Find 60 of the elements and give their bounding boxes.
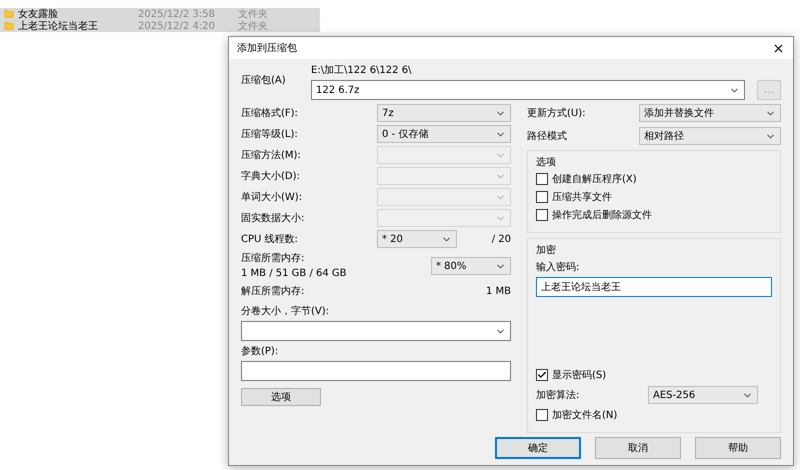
checkbox-label: 压缩共享文件: [552, 190, 612, 204]
dropdown[interactable]: 0 - 仅存储: [377, 125, 511, 143]
field-label: 单词大小(W):: [241, 190, 304, 204]
file-row[interactable]: 上老王论坛当老王 2025/12/2 4:20 文件夹: [0, 20, 320, 32]
field-label: 压缩方法(M):: [241, 148, 302, 162]
memory-detail: 1 MB / 51 GB / 64 GB: [241, 267, 348, 281]
window-title: 添加到压缩包: [237, 42, 297, 56]
file-name: 上老王论坛当老王: [18, 20, 99, 34]
volume-size-field[interactable]: [241, 321, 511, 341]
checkbox[interactable]: [536, 209, 548, 221]
dropdown[interactable]: * 80%: [431, 257, 511, 275]
field-label: 压缩格式(F):: [241, 106, 299, 120]
field-label: 更新方式(U):: [527, 106, 586, 120]
file-type: 文件夹: [238, 8, 268, 20]
file-date: 2025/12/2 4:20: [138, 20, 216, 34]
options-button[interactable]: 选项: [241, 388, 321, 406]
archive-name-field[interactable]: 122 6.7z: [311, 80, 745, 100]
close-icon[interactable]: [772, 42, 785, 54]
checkbox-label: 创建自解压程序(X): [552, 172, 637, 186]
archive-path: E:\加工\122 6\122 6\: [311, 64, 412, 78]
dropdown[interactable]: 添加并替换文件: [639, 104, 781, 122]
file-date: 2025/12/2 3:58: [138, 8, 216, 22]
field-label: CPU 线程数:: [241, 232, 299, 246]
folder-icon: [4, 21, 14, 31]
dialog-button[interactable]: 取消: [595, 437, 681, 459]
file-row[interactable]: 女友露脸 2025/12/2 3:58 文件夹: [0, 8, 320, 20]
checkbox[interactable]: [536, 173, 548, 185]
dialog-button[interactable]: 确定: [495, 437, 581, 459]
dialog-button[interactable]: 帮助: [695, 437, 781, 459]
field-label: 输入密码:: [536, 260, 580, 275]
field-label: 参数(P):: [241, 344, 280, 359]
file-type: 文件夹: [238, 20, 268, 34]
group-title: 选项: [536, 156, 557, 170]
thread-total: / 20: [492, 232, 511, 246]
dropdown[interactable]: 相对路径: [639, 127, 781, 145]
field-label: 压缩等级(L):: [241, 128, 299, 142]
dropdown[interactable]: 7z: [377, 104, 511, 122]
file-name: 女友露脸: [18, 8, 59, 20]
field-label: 解压所需内存:: [241, 284, 306, 299]
checkbox-label: 操作完成后删除源文件: [552, 208, 652, 222]
dropdown[interactable]: * 20: [377, 230, 457, 248]
checkbox[interactable]: [536, 409, 548, 421]
password-field[interactable]: 上老王论坛当老王: [536, 277, 772, 297]
parameters-field[interactable]: [241, 361, 511, 381]
field-label: 压缩所需内存:: [241, 252, 306, 266]
field-label: 加密算法:: [536, 388, 580, 402]
dropdown[interactable]: AES-256: [648, 386, 758, 404]
field-label: 固实数据大小:: [241, 212, 306, 226]
field-label: 分卷大小，字节(V):: [241, 304, 330, 319]
group-title: 加密: [536, 244, 557, 258]
checkbox[interactable]: [536, 191, 548, 203]
field-label: 字典大小(D):: [241, 170, 301, 184]
checkbox[interactable]: [536, 369, 548, 381]
folder-icon: [4, 9, 14, 19]
memory-value: 1 MB: [486, 285, 511, 299]
field-label: 压缩包(A): [241, 74, 287, 88]
field-label: 路径模式: [527, 130, 568, 144]
checkmark-icon: [537, 370, 547, 380]
checkbox-label: 显示密码(S): [552, 368, 606, 382]
checkbox-label: 加密文件名(N): [552, 408, 618, 422]
